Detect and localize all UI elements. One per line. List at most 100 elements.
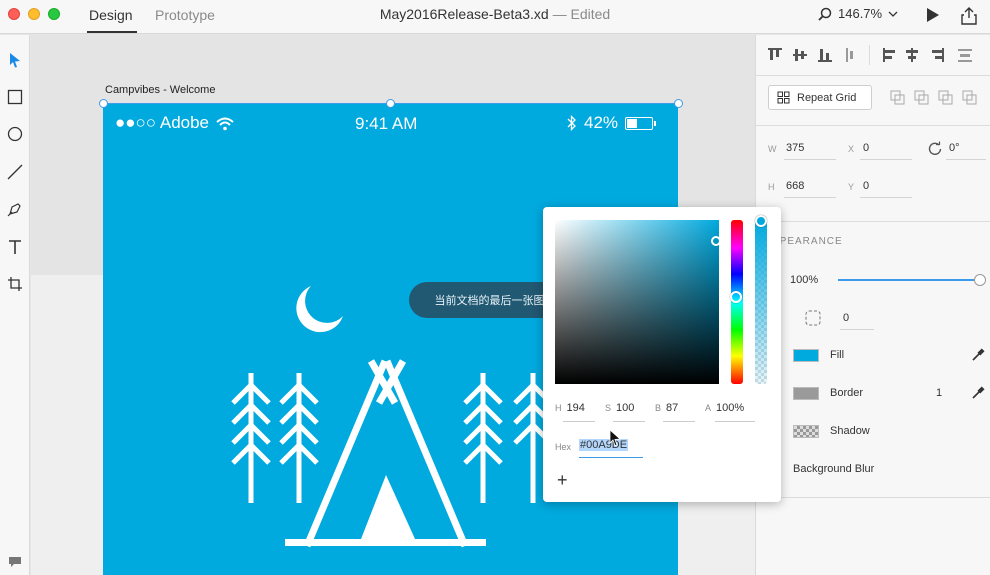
opacity-slider[interactable]: [838, 279, 980, 281]
color-picker-popover: H 194 S 100 B 87 A 100% Hex #00A9DE +: [543, 207, 781, 502]
boolean-add-icon[interactable]: [890, 90, 905, 105]
title-bar: Design Prototype May2016Release-Beta3.xd…: [0, 0, 990, 34]
boolean-intersect-icon[interactable]: [938, 90, 953, 105]
width-field[interactable]: 375: [786, 142, 804, 154]
boolean-subtract-icon[interactable]: [914, 90, 929, 105]
align-middle-icon[interactable]: [793, 49, 807, 61]
ellipse-tool[interactable]: [5, 124, 25, 144]
artboard-icon: [8, 277, 22, 291]
document-name: May2016Release-Beta3.xd: [379, 6, 549, 22]
width-label: W: [768, 144, 777, 154]
height-field-underline: [784, 197, 836, 198]
y-label: Y: [848, 182, 855, 192]
shadow-swatch[interactable]: [793, 425, 819, 438]
background-blur-label: Background Blur: [793, 463, 875, 475]
border-label: Border: [830, 387, 864, 399]
alpha-label: A: [705, 403, 712, 413]
feedback-button[interactable]: [5, 552, 25, 572]
y-field[interactable]: 0: [863, 180, 869, 192]
text-icon: [9, 240, 21, 254]
alpha-underline: [715, 421, 755, 422]
boolean-exclude-icon[interactable]: [962, 90, 977, 105]
search-icon: [818, 7, 832, 21]
brightness-value: 87: [666, 402, 679, 414]
line-tool[interactable]: [5, 162, 25, 182]
chevron-down-icon: [888, 11, 898, 17]
property-inspector: Repeat Grid W 375 X 0 0° H 668 Y 0 PPEAR…: [755, 35, 990, 575]
align-top-icon[interactable]: [768, 48, 782, 60]
chat-bubble-icon: [9, 557, 21, 567]
alpha-field[interactable]: A 100%: [705, 402, 744, 414]
saturation-underline: [613, 421, 645, 422]
distribute-vertical-icon[interactable]: [846, 48, 853, 62]
resize-handle[interactable]: [99, 99, 108, 108]
hue-underline: [563, 421, 595, 422]
active-tab-indicator: [87, 31, 137, 33]
zoom-control[interactable]: 146.7%: [818, 6, 898, 21]
pine-tree-icon: [231, 373, 271, 503]
align-center-icon[interactable]: [906, 48, 918, 62]
document-status: — Edited: [552, 6, 611, 22]
align-left-icon[interactable]: [883, 48, 895, 62]
pine-tree-icon: [463, 373, 503, 503]
line-icon: [7, 164, 23, 180]
hue-field[interactable]: H 194: [555, 402, 585, 414]
hue-value: 194: [566, 402, 585, 414]
select-tool[interactable]: [5, 50, 25, 70]
pine-tree-icon: [279, 373, 319, 503]
saturation-field[interactable]: S 100: [605, 402, 634, 414]
alpha-slider[interactable]: [755, 220, 767, 384]
resize-handle[interactable]: [674, 99, 683, 108]
panel-divider: [756, 221, 990, 222]
add-swatch-button[interactable]: +: [557, 470, 568, 491]
rectangle-icon: [7, 89, 23, 105]
align-right-icon[interactable]: [932, 48, 944, 62]
alpha-slider-knob[interactable]: [755, 215, 767, 227]
artboard-title[interactable]: Campvibes - Welcome: [105, 84, 215, 96]
hue-slider-knob[interactable]: [730, 291, 742, 303]
eyedropper-icon[interactable]: [971, 386, 985, 400]
fill-swatch[interactable]: [793, 349, 819, 362]
moon-icon: [296, 286, 343, 333]
distribute-horizontal-icon[interactable]: [958, 49, 972, 62]
y-field-underline: [860, 197, 912, 198]
resize-handle[interactable]: [386, 99, 395, 108]
mouse-cursor-icon: [609, 429, 621, 446]
artboard-tool[interactable]: [5, 274, 25, 294]
x-field-underline: [860, 159, 912, 160]
shadow-label: Shadow: [830, 425, 870, 437]
panel-divider: [756, 75, 990, 76]
play-icon[interactable]: [925, 6, 941, 24]
ground-line: [285, 539, 486, 546]
opacity-field[interactable]: 100%: [790, 274, 818, 286]
eyedropper-icon[interactable]: [971, 348, 985, 362]
color-cursor[interactable]: [711, 236, 721, 246]
text-tool[interactable]: [5, 237, 25, 257]
corner-radius-field[interactable]: 0: [843, 312, 849, 324]
repeat-grid-button[interactable]: Repeat Grid: [768, 85, 872, 110]
fill-label: Fill: [830, 349, 845, 361]
height-field[interactable]: 668: [786, 180, 804, 192]
border-width-field[interactable]: 1: [936, 387, 942, 399]
corner-radius-icon[interactable]: [804, 309, 822, 327]
opacity-slider-knob[interactable]: [974, 274, 986, 286]
cursor-arrow-icon: [10, 53, 20, 68]
height-label: H: [768, 182, 775, 192]
repeat-grid-label: Repeat Grid: [797, 91, 857, 104]
share-icon[interactable]: [960, 6, 978, 26]
zoom-level: 146.7%: [838, 6, 883, 21]
saturation-label: S: [605, 403, 612, 413]
hue-label: H: [555, 403, 562, 413]
x-label: X: [848, 144, 855, 154]
align-bottom-icon[interactable]: [818, 49, 832, 62]
rectangle-tool[interactable]: [5, 87, 25, 107]
pen-tool[interactable]: [5, 199, 25, 219]
brightness-field[interactable]: B 87: [655, 402, 678, 414]
hex-input-underline: [579, 457, 643, 458]
rotation-field[interactable]: 0°: [949, 142, 960, 154]
x-field[interactable]: 0: [863, 142, 869, 154]
border-swatch[interactable]: [793, 387, 819, 400]
saturation-brightness-field[interactable]: [555, 220, 719, 384]
panel-divider: [756, 497, 990, 498]
boolean-ops: [890, 90, 977, 105]
